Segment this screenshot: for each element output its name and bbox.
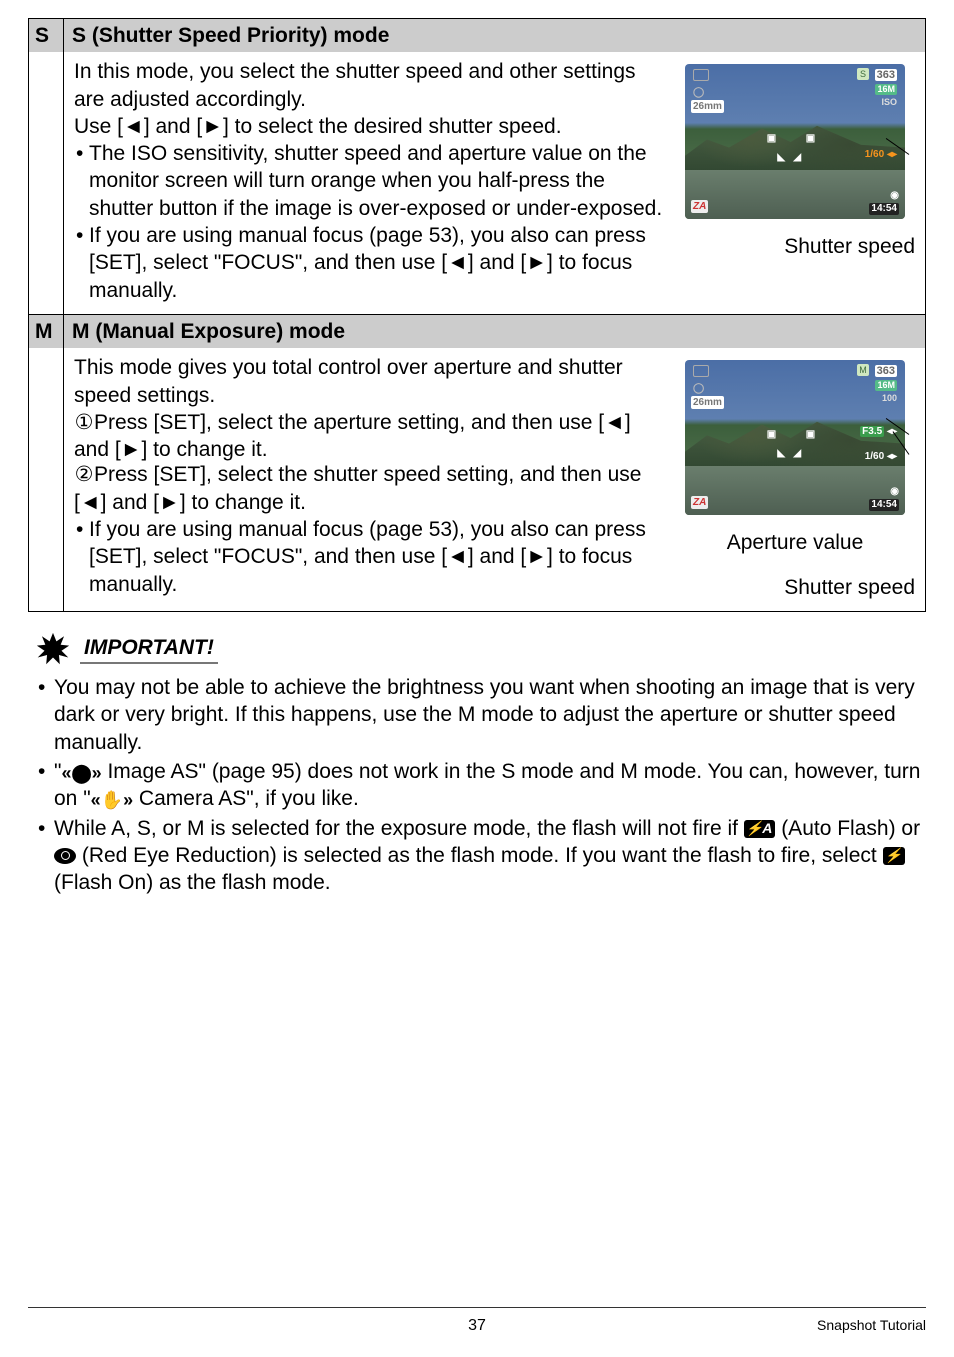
burst-icon <box>36 632 70 666</box>
m-mode-step-1: ①Press [SET], select the aperture settin… <box>74 409 663 464</box>
right-arrow-icon: ► <box>121 438 142 461</box>
auto-flash-icon: ⚡A <box>744 820 776 838</box>
m-mode-lcd-shutter: 1/60 ◂▸ <box>865 450 897 463</box>
s-mode-caption: Shutter speed <box>784 235 915 258</box>
s-mode-title: S (Shutter Speed Priority) mode <box>64 19 925 52</box>
s-mode-lcd-letter: S <box>857 68 869 80</box>
m-mode-header: M M (Manual Exposure) mode <box>29 314 925 348</box>
s-mode-body: In this mode, you select the shutter spe… <box>29 52 925 314</box>
s-mode-p1: In this mode, you select the shutter spe… <box>74 58 663 113</box>
important-bullet-1: You may not be able to achieve the brigh… <box>36 674 926 756</box>
important-bullets: You may not be able to achieve the brigh… <box>28 674 926 896</box>
m-mode-lcd-letter: M <box>857 364 869 376</box>
s-mode-lcd-shutter: 1/60 ◂▸ <box>865 148 897 161</box>
s-mode-letter: S <box>29 19 64 52</box>
right-arrow-icon: ► <box>526 545 547 568</box>
s-mode-p2: Use [◄] and [►] to select the desired sh… <box>74 113 663 140</box>
left-arrow-icon: ◄ <box>447 251 468 274</box>
section-title: Snapshot Tutorial <box>817 1316 926 1334</box>
mode-table: S S (Shutter Speed Priority) mode In thi… <box>28 18 926 612</box>
page-footer: 37 Snapshot Tutorial <box>28 1307 926 1337</box>
m-mode-bullet-1: If you are using manual focus (page 53),… <box>74 516 663 598</box>
important-bullet-3: While A, S, or M is selected for the exp… <box>36 815 926 897</box>
important-label: IMPORTANT! <box>80 634 218 664</box>
m-mode-caption-2: Shutter speed <box>784 576 915 599</box>
s-mode-image-col: 363 16M ISO S ◯ 26mm ▣ ▣ ◣ ◢ 1/60 ◂▸ ◉14… <box>675 58 915 304</box>
image-as-icon: «⬤» <box>61 764 101 782</box>
left-arrow-icon: ◄ <box>80 491 101 514</box>
camera-as-icon: «✋» <box>91 791 133 809</box>
left-arrow-icon: ◄ <box>447 545 468 568</box>
m-mode-p1: This mode gives you total control over a… <box>74 354 663 409</box>
s-mode-bullet-1: The ISO sensitivity, shutter speed and a… <box>74 140 663 222</box>
s-mode-bullet-2: If you are using manual focus (page 53),… <box>74 222 663 304</box>
right-arrow-icon: ► <box>526 251 547 274</box>
m-mode-caption-1: Aperture value <box>727 531 864 554</box>
m-mode-step-2: ②Press [SET], select the shutter speed s… <box>74 461 663 516</box>
m-mode-letter: M <box>29 315 64 348</box>
right-arrow-icon: ► <box>159 491 180 514</box>
m-mode-image-col: 363 16M 100 M ◯ 26mm ▣ ▣ ◣ ◢ F3.5 ◂▸ 1/6… <box>675 354 915 601</box>
s-mode-text: In this mode, you select the shutter spe… <box>74 58 663 304</box>
s-mode-lcd: 363 16M ISO S ◯ 26mm ▣ ▣ ◣ ◢ 1/60 ◂▸ ◉14… <box>685 64 905 219</box>
important-bullet-2: "«⬤» Image AS" (page 95) does not work i… <box>36 758 926 813</box>
right-arrow-icon: ► <box>202 115 223 138</box>
m-mode-text: This mode gives you total control over a… <box>74 354 663 601</box>
red-eye-icon <box>54 848 76 864</box>
s-mode-header: S S (Shutter Speed Priority) mode <box>29 19 925 52</box>
page-number: 37 <box>468 1317 486 1334</box>
left-arrow-icon: ◄ <box>123 115 144 138</box>
m-mode-lcd-aperture: F3.5 ◂▸ <box>860 425 897 438</box>
m-mode-lcd: 363 16M 100 M ◯ 26mm ▣ ▣ ◣ ◢ F3.5 ◂▸ 1/6… <box>685 360 905 515</box>
flash-on-icon: ⚡ <box>883 847 905 865</box>
m-mode-title: M (Manual Exposure) mode <box>64 315 925 348</box>
m-mode-body: This mode gives you total control over a… <box>29 348 925 611</box>
important-heading: IMPORTANT! <box>28 632 926 666</box>
left-arrow-icon: ◄ <box>604 411 625 434</box>
